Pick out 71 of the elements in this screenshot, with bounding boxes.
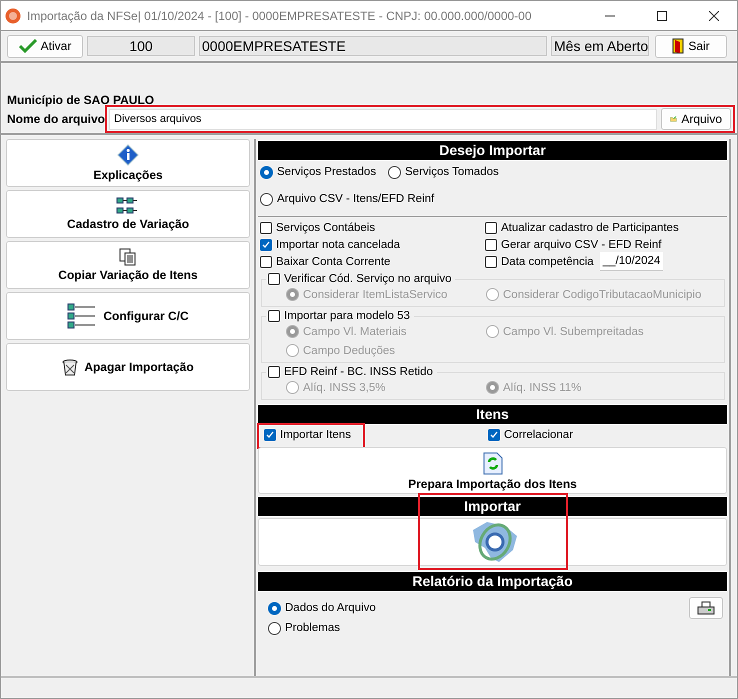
side-button[interactable]: Apagar Importação: [6, 343, 250, 391]
list-icon: [67, 303, 98, 329]
file-button[interactable]: Arquivo: [661, 108, 731, 130]
checkbox-label: Atualizar cadastro de Participantes: [501, 222, 679, 234]
side-button[interactable]: Cadastro de Variação: [6, 190, 250, 238]
side-button[interactable]: Copiar Variação de Itens: [6, 241, 250, 289]
section-header: Desejo Importar: [258, 141, 727, 160]
radio-button[interactable]: [268, 602, 281, 614]
radio-label: Serviços Tomados: [405, 166, 499, 178]
checkbox[interactable]: [264, 429, 276, 441]
section-header: Relatório da Importação: [258, 572, 727, 591]
exit-button[interactable]: Sair: [655, 34, 727, 58]
checkbox-label: Correlacionar: [504, 429, 574, 441]
radio-label: Campo Deduções: [303, 344, 396, 356]
checkbox-label: Importar nota cancelada: [276, 238, 400, 250]
section-header: Itens: [258, 405, 727, 424]
checkbox[interactable]: [268, 366, 280, 378]
app-logo-icon: [5, 8, 21, 24]
radio-label: Campo Vl. Materiais: [303, 326, 407, 338]
checkbox[interactable]: [485, 256, 497, 268]
radio-label: Arquivo CSV - Itens/EFD Reinf: [277, 193, 434, 205]
section-header: Importar: [258, 497, 727, 516]
window-title: Importação da NFSe| 01/10/2024 - [100] - 0000EMPRESATESTE - CNPJ: 00.000.000/0000-00: [27, 8, 533, 22]
radio-button[interactable]: [260, 192, 273, 206]
side-button[interactable]: Explicações: [6, 139, 250, 187]
checkbox[interactable]: [485, 238, 497, 250]
group-label: EFD Reinf - BC. INSS Retido: [284, 366, 433, 378]
trash-icon: [62, 358, 78, 376]
checkbox-label: Importar Itens: [280, 429, 351, 441]
period-status: Mês em Aberto: [551, 36, 649, 56]
activate-button[interactable]: Ativar: [7, 34, 83, 58]
company-name: 0000EMPRESATESTE: [199, 36, 547, 56]
print-button[interactable]: [689, 597, 723, 619]
checkbox[interactable]: [260, 238, 272, 250]
checkbox[interactable]: [488, 429, 500, 441]
radio-label: Considerar ItemListaServico: [303, 288, 448, 300]
group-label: Importar para modelo 53: [284, 310, 410, 322]
checkbox-label: Data competência: [501, 256, 594, 268]
checkbox[interactable]: [485, 222, 497, 234]
radio-label: Campo Vl. Subempreitadas: [503, 326, 644, 338]
checkbox[interactable]: [268, 310, 280, 322]
file-name-field[interactable]: Diversos arquivos: [109, 108, 657, 130]
door-icon: [672, 38, 684, 54]
radio-button[interactable]: [260, 166, 273, 178]
radio-label: Alíq. INSS 3,5%: [303, 382, 386, 394]
radio-label: Problemas: [285, 622, 340, 634]
group-label: Verificar Cód. Serviço no arquivo: [284, 273, 452, 285]
tree-icon: [116, 197, 140, 215]
checkbox-label: Serviços Contábeis: [276, 222, 376, 234]
radio-label: Alíq. INSS 11%: [503, 382, 582, 394]
checkbox[interactable]: [260, 256, 272, 268]
prepare-items-button[interactable]: Prepara Importação dos Itens: [258, 447, 727, 494]
municipality-label: Município de SAO PAULO: [7, 93, 156, 107]
copy-icon: [119, 248, 137, 266]
refresh-document-icon: [482, 452, 502, 475]
side-button[interactable]: Configurar C/C: [6, 292, 250, 340]
radio-label: Serviços Prestados: [277, 166, 376, 178]
radio-button[interactable]: [268, 622, 281, 634]
radio-button[interactable]: [388, 166, 401, 178]
radio-label: Dados do Arquivo: [285, 602, 376, 614]
printer-icon: [697, 601, 715, 615]
checkbox[interactable]: [268, 273, 280, 285]
checkbox-label: Baixar Conta Corrente: [276, 256, 390, 268]
check-icon: [18, 39, 37, 53]
company-code: 100: [87, 36, 195, 56]
date-field[interactable]: __/10/2024: [600, 252, 663, 271]
info-icon: [117, 144, 139, 166]
checkbox-label: Gerar arquivo CSV - EFD Reinf: [501, 238, 662, 250]
file-name-label: Nome do arquivo: [7, 112, 106, 126]
checkbox[interactable]: [260, 222, 272, 234]
radio-label: Considerar CodigoTributacaoMunicipio: [503, 288, 702, 300]
